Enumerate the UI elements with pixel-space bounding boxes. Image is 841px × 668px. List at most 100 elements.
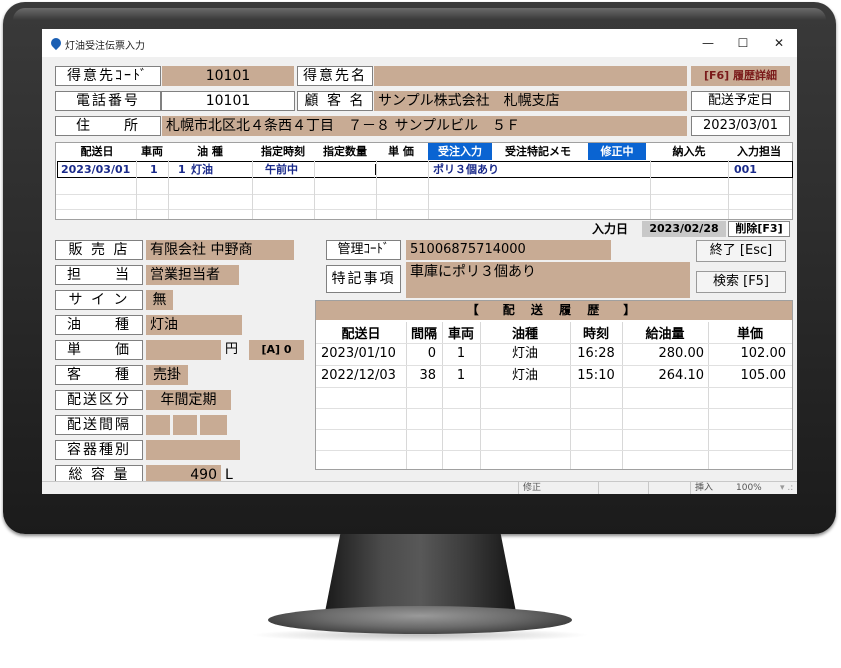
customer-code-label: 得意先ｺｰﾄﾞ [55, 66, 161, 86]
delivery-class-field[interactable]: 年間定期 [146, 390, 231, 410]
grid-header-staff: 入力担当 [737, 145, 781, 158]
delete-button[interactable]: 削除[F3] [728, 221, 790, 237]
grid-col-line [136, 160, 137, 219]
history-row-date: 2022/12/03 [321, 368, 396, 383]
grid-col-line [728, 160, 729, 219]
unit-price-unit: 円 [225, 342, 239, 357]
phone-field[interactable]: 10101 [161, 91, 295, 111]
delivery-class-label: 配送区分 [55, 390, 143, 410]
delivery-interval-label: 配送間隔 [55, 415, 143, 435]
order-grid-header: 配送日 車両 油 種 指定時刻 指定数量 単 価 受注入力 受注特記メモ 修正中… [56, 143, 792, 160]
history-row-interval: 38 [419, 368, 436, 383]
sign-field[interactable]: 無 [146, 290, 173, 310]
history-row-time: 16:28 [577, 346, 615, 361]
oil-type-field[interactable]: 灯油 [146, 315, 242, 335]
delivery-interval-field-3[interactable] [200, 415, 227, 435]
row-staff: 001 [734, 163, 757, 176]
container-type-field[interactable] [146, 440, 240, 460]
row-oil: 灯油 [191, 163, 213, 176]
delivery-history-title: 【 配 送 履 歴 】 [316, 301, 792, 320]
window-client: 得意先ｺｰﾄﾞ 10101 得意先名 [F6] 履歴詳細 電話番号 10101 … [42, 57, 797, 485]
delivery-date-label: 配送予定日 [691, 91, 790, 111]
history-row-oil: 灯油 [511, 368, 538, 383]
history-row-vehicle: 1 [456, 346, 466, 361]
history-col-line [708, 322, 709, 469]
history-row-line [316, 387, 792, 388]
history-col-line [622, 322, 623, 469]
client-name-field[interactable]: サンプル株式会社 札幌支店 [374, 91, 687, 111]
delivery-date-field[interactable]: 2023/03/01 [691, 116, 790, 136]
close-button[interactable]: ✕ [768, 34, 790, 52]
history-header-oil: 油種 [511, 327, 538, 342]
exit-button[interactable]: 終了 [Esc] [696, 240, 786, 262]
status-zoom: 100% [736, 483, 762, 493]
grid-divider [56, 209, 792, 210]
grid-col-line [252, 160, 253, 219]
history-row-amount: 280.00 [658, 346, 705, 361]
status-empty-1 [598, 482, 649, 494]
customer-name-label: 得意先名 [297, 66, 373, 86]
grid-header-price: 単 価 [388, 145, 414, 158]
history-header-date: 配送日 [341, 327, 381, 342]
history-col-line [480, 322, 481, 469]
oil-drop-icon [48, 35, 64, 51]
maximize-button[interactable]: ☐ [732, 34, 754, 52]
resize-grip-icon[interactable]: ▾ .: [780, 482, 793, 494]
sign-label: サ イ ン [55, 290, 143, 310]
history-row-line [316, 365, 792, 366]
status-bar: 修正 挿入 100% ▾ .: [42, 481, 797, 494]
status-insert: 挿入 [690, 482, 733, 494]
window-titlebar: 灯油受注伝票入力 — ☐ ✕ [42, 29, 797, 57]
row-date: 2023/03/01 [61, 163, 131, 176]
status-mode: 修正 [518, 482, 599, 494]
history-col-line [442, 322, 443, 469]
unit-price-field[interactable] [146, 340, 221, 360]
shop-field[interactable]: 有限会社 中野商 [146, 240, 294, 260]
order-grid[interactable]: 配送日 車両 油 種 指定時刻 指定数量 単 価 受注入力 受注特記メモ 修正中… [55, 142, 793, 220]
delivery-history-table[interactable]: 【 配 送 履 歴 】 配送日 間隔 車両 油種 時刻 給油量 単価 2023/… [315, 300, 793, 470]
history-row-date: 2023/01/10 [321, 346, 396, 361]
history-detail-button[interactable]: [F6] 履歴詳細 [691, 66, 790, 86]
history-header-time: 時刻 [582, 327, 609, 342]
history-row-oil: 灯油 [511, 346, 538, 361]
history-row-line [316, 408, 792, 409]
address-field[interactable]: 札幌市北区北４条西４丁目 ７－８ サンプルビル ５Ｆ [162, 116, 687, 136]
grid-header-vehicle: 車両 [141, 145, 163, 158]
history-row-price: 105.00 [740, 368, 787, 383]
row-memo: ポリ３個あり [433, 163, 499, 176]
price-code-field[interactable]: [A] 0 [249, 340, 304, 360]
customer-code-field[interactable]: 10101 [162, 66, 294, 86]
history-row-line [316, 450, 792, 451]
history-row-price: 102.00 [740, 346, 787, 361]
customer-name-field[interactable] [374, 66, 687, 86]
special-note-field[interactable]: 車庫にポリ３個あり [406, 262, 690, 298]
oil-type-label: 油 種 [55, 315, 143, 335]
grid-divider [56, 194, 792, 195]
search-button[interactable]: 検索 [F5] [696, 271, 786, 293]
grid-header-time: 指定時刻 [261, 145, 305, 158]
grid-header-destination: 納入先 [672, 145, 706, 158]
unit-price-label: 単 価 [55, 340, 143, 360]
staff-field[interactable]: 営業担当者 [146, 265, 239, 285]
minimize-button[interactable]: — [697, 34, 719, 52]
row-oil-no: 1 [178, 163, 186, 176]
container-type-label: 容器種別 [55, 440, 143, 460]
history-header-price: 単価 [736, 327, 763, 342]
delivery-interval-field-1[interactable] [146, 415, 170, 435]
management-code-label: 管理ｺｰﾄﾞ [326, 240, 401, 260]
phone-label: 電話番号 [55, 91, 161, 111]
grid-header-oil: 油 種 [197, 145, 223, 158]
grid-col-line [376, 160, 377, 219]
management-code-field[interactable]: 51006875714000 [406, 240, 611, 260]
entry-date-value: 2023/02/28 [642, 221, 726, 237]
shop-label: 販 売 店 [55, 240, 143, 260]
delivery-interval-field-2[interactable] [173, 415, 197, 435]
grid-col-line [314, 160, 315, 219]
screen: 灯油受注伝票入力 — ☐ ✕ 得意先ｺｰﾄﾞ 10101 得意先名 [F6] 履… [42, 29, 797, 494]
staff-label: 担 当 [55, 265, 143, 285]
history-row-amount: 264.10 [658, 368, 705, 383]
address-label: 住 所 [55, 116, 161, 136]
history-row-line [316, 429, 792, 430]
grid-col-line [168, 160, 169, 219]
customer-type-field[interactable]: 売掛 [146, 365, 188, 385]
